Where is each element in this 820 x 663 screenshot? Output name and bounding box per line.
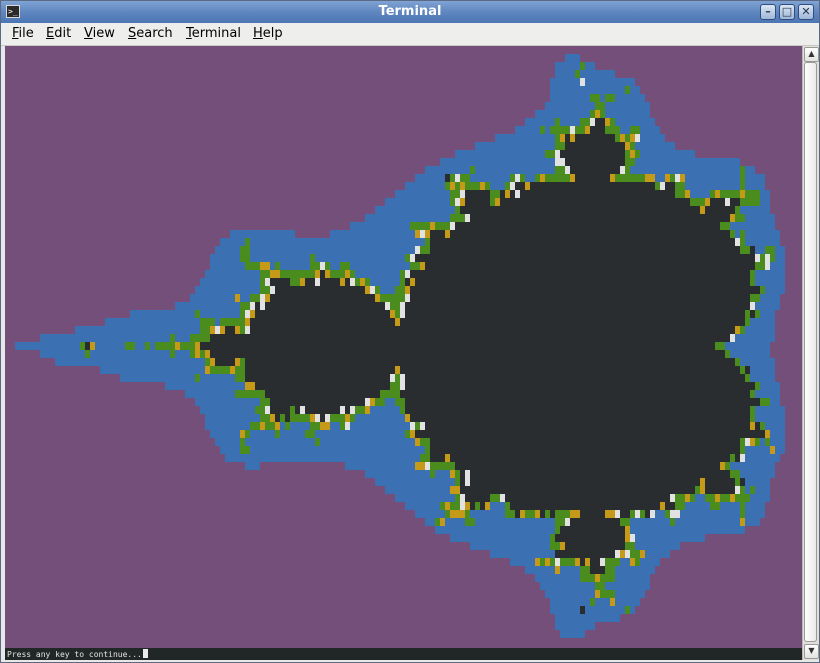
scroll-down-icon[interactable]: ▼ [804, 644, 819, 659]
scrollbar-thumb[interactable] [804, 62, 817, 642]
menu-edit-label: dit [54, 26, 72, 41]
title-bar[interactable]: >_ Terminal – □ ✕ [1, 1, 819, 23]
status-line: Press any key to continue... [7, 649, 148, 659]
menu-view[interactable]: View [84, 26, 115, 41]
menu-view-label: iew [92, 26, 115, 41]
continue-prompt: Press any key to continue... [7, 650, 142, 659]
mandelbrot-ascii-render [5, 46, 802, 648]
maximize-button[interactable]: □ [779, 4, 795, 20]
menu-bar: File Edit View Search Terminal Help [1, 23, 819, 46]
menu-help-label: elp [262, 26, 283, 41]
menu-help[interactable]: Help [253, 26, 283, 41]
menu-file[interactable]: File [12, 26, 34, 41]
window-title: Terminal [378, 4, 442, 19]
close-button[interactable]: ✕ [798, 4, 814, 20]
menu-file-label: ile [18, 26, 34, 41]
menu-edit[interactable]: Edit [46, 26, 71, 41]
menu-edit-mnemonic: E [46, 26, 55, 41]
scroll-up-icon[interactable]: ▲ [804, 47, 819, 62]
menu-terminal[interactable]: Terminal [186, 26, 241, 41]
minimize-button[interactable]: – [760, 4, 776, 20]
menu-search-label: earch [136, 26, 173, 41]
menu-help-mnemonic: H [253, 26, 263, 41]
menu-view-mnemonic: V [84, 26, 93, 41]
terminal-window: >_ Terminal – □ ✕ File Edit View Search … [0, 0, 820, 663]
vertical-scrollbar[interactable]: ▲ ▼ [802, 46, 819, 660]
text-cursor [142, 649, 148, 658]
terminal-output-area[interactable]: Press any key to continue... [5, 46, 802, 660]
menu-search[interactable]: Search [128, 26, 173, 41]
menu-terminal-label: erminal [191, 26, 241, 41]
